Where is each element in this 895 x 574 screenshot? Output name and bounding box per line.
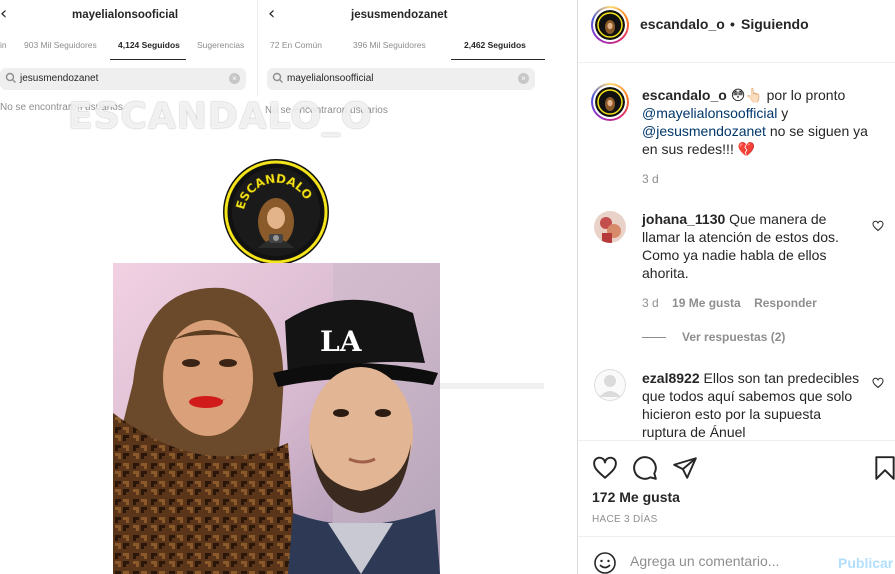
clear-icon: × [229,73,240,84]
replies-divider [642,337,666,338]
shot-tab: in [0,40,7,50]
clear-icon: × [518,73,529,84]
watermark-strip [440,383,544,389]
commenter-avatar[interactable] [594,369,626,401]
comment-likes[interactable]: 19 Me gusta [672,296,741,310]
shot-tab: 903 Mil Seguidores [24,40,97,50]
post-caption: escandalo_o 😳👆🏻 por lo pronto @mayelialon… [642,86,887,158]
commenter-avatar[interactable] [594,211,626,243]
search-icon [5,72,16,83]
shot-tab: 396 Mil Seguidores [353,40,426,50]
separator-dot: • [730,16,735,32]
shot-tab-underline [451,59,545,60]
share-icon[interactable] [672,455,698,481]
shot-search-value: mayelialonsoofficial [287,73,374,84]
publish-button[interactable]: Publicar [838,555,893,571]
mention-link[interactable]: @jesusmendozanet [642,123,766,139]
screenshot-following-list-left: ‹ mayelialonsooficial in 903 Mil Seguido… [0,0,257,113]
reply-button[interactable]: Responder [754,296,817,310]
back-arrow-icon: ‹ [0,3,8,24]
comment-meta: 3 d 19 Me gusta Responder [642,296,827,310]
shot-tab: Sugerencias [197,40,245,50]
caption-text: y [777,105,789,121]
caption-avatar[interactable] [591,83,629,121]
comment-like-icon[interactable] [872,377,884,389]
emoji-icon[interactable] [593,551,617,574]
brand-logo: ESCANDALO [223,159,329,265]
mention-link[interactable]: @mayelialonsoofficial [642,105,777,121]
shot-search-box: mayelialonsoofficial × [267,68,535,90]
comment-body: ezal8922 Ellos son tan predecibles que t… [642,369,864,441]
shot-tab: 72 En Común [270,40,322,50]
cap-logo: LA [320,325,363,358]
comment-icon[interactable] [632,455,658,481]
view-replies-button[interactable]: Ver respuestas (2) [682,330,785,344]
comment-input[interactable] [630,553,830,569]
shot-tab-active: 4,124 Seguidos [118,40,180,50]
caption-emojis: 😳👆🏻 [730,87,763,103]
comment-like-icon[interactable] [872,220,884,232]
author-username[interactable]: escandalo_o [640,16,725,32]
author-avatar[interactable] [591,6,629,44]
shot-tabs-right: 72 En Común 396 Mil Seguidores 2,462 Seg… [258,38,545,62]
add-comment-bar: Publicar [578,536,895,574]
couple-photo: LA [113,263,440,574]
comment-username[interactable]: johana_1130 [642,211,725,227]
shot-title-left: mayelialonsooficial [72,9,179,21]
heart-icon[interactable] [592,455,618,481]
bookmark-icon[interactable] [872,455,895,481]
following-button[interactable]: Siguiendo [741,16,809,32]
caption-username[interactable]: escandalo_o [642,87,727,103]
screenshot-following-list-right: ‹ jesusmendozanet 72 En Común 396 Mil Se… [257,0,545,116]
post-side-panel: escandalo_o • Siguiendo escandalo_o 😳👆🏻 … [578,0,895,574]
shot-tab-active: 2,462 Seguidos [464,40,526,50]
comment-body: johana_1130 Que manera de llamar la aten… [642,210,864,282]
caption-timestamp[interactable]: 3 d [642,172,659,186]
caption-text: por lo pronto [762,87,846,103]
back-arrow-icon: ‹ [268,3,276,24]
watermark: ESCANDALO_O [68,96,373,137]
shot-title-right: jesusmendozanet [351,9,448,21]
post-image[interactable]: ‹ mayelialonsooficial in 903 Mil Seguido… [0,0,577,574]
post-date[interactable]: HACE 3 DÍAS [592,514,658,525]
search-icon [272,72,283,83]
post-header: escandalo_o • Siguiendo [578,0,895,63]
comment-time[interactable]: 3 d [642,296,659,310]
shot-tabs-left: in 903 Mil Seguidores 4,124 Seguidos Sug… [0,38,257,62]
likes-count[interactable]: 172 Me gusta [592,489,680,505]
comment-username[interactable]: ezal8922 [642,370,700,386]
shot-search-value: jesusmendozanet [20,73,99,84]
shot-search-box: jesusmendozanet × [0,68,246,90]
shot-tab-underline [110,59,186,60]
